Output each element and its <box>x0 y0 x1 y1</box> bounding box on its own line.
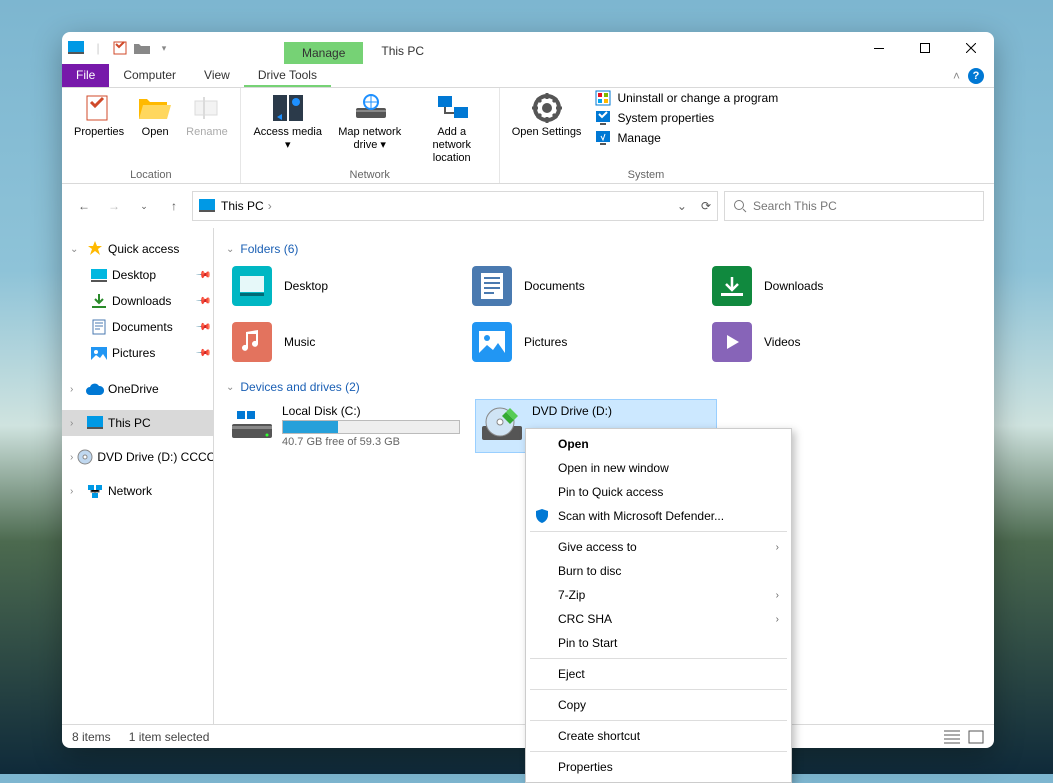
tree-documents[interactable]: Documents📌 <box>62 314 213 340</box>
help-icon[interactable]: ? <box>968 68 984 84</box>
status-selection: 1 item selected <box>129 730 210 744</box>
ctx-pin-start[interactable]: Pin to Start <box>528 631 789 655</box>
recent-locations-button[interactable]: ⌄ <box>132 194 156 218</box>
drive-free-text: 40.7 GB free of 59.3 GB <box>282 436 460 448</box>
contextual-tab-manage[interactable]: Manage <box>284 42 363 64</box>
pin-icon: 📌 <box>194 345 211 362</box>
folder-music[interactable]: Music <box>226 318 456 366</box>
this-pc-icon <box>199 199 215 213</box>
tree-downloads[interactable]: Downloads📌 <box>62 288 213 314</box>
ribbon-tabstrip: File Computer View Drive Tools ˄ ? <box>62 64 994 88</box>
view-large-icons-icon[interactable] <box>968 730 984 744</box>
folder-videos[interactable]: Videos <box>706 318 936 366</box>
ctx-eject[interactable]: Eject <box>528 662 789 686</box>
chevron-right-icon: › <box>776 590 779 601</box>
ctx-open[interactable]: Open <box>528 432 789 456</box>
properties-button[interactable]: Properties <box>68 90 130 141</box>
ctx-burn-disc[interactable]: Burn to disc <box>528 559 789 583</box>
tab-file[interactable]: File <box>62 64 109 87</box>
ctx-copy[interactable]: Copy <box>528 693 789 717</box>
quick-access-toolbar: | ▾ <box>62 32 178 64</box>
forward-button: → <box>102 194 126 218</box>
chevron-right-icon: › <box>776 614 779 625</box>
app-icon <box>66 38 86 58</box>
minimize-button[interactable] <box>856 32 902 64</box>
ctx-7zip[interactable]: 7-Zip› <box>528 583 789 607</box>
breadcrumb[interactable]: This PC <box>221 199 264 213</box>
status-item-count: 8 items <box>72 730 111 744</box>
drive-name: DVD Drive (D:) <box>532 404 710 418</box>
navigation-bar: ← → ⌄ ↑ This PC› ⌄ ⟳ Search This PC <box>62 184 994 228</box>
pin-icon: 📌 <box>194 293 211 310</box>
folder-downloads[interactable]: Downloads <box>706 262 936 310</box>
dvd-icon <box>482 404 522 444</box>
rename-button: Rename <box>180 90 234 141</box>
context-menu: Open Open in new window Pin to Quick acc… <box>525 428 792 783</box>
drive-name: Local Disk (C:) <box>282 404 460 418</box>
pin-icon: 📌 <box>194 267 211 284</box>
view-details-icon[interactable] <box>944 730 960 744</box>
qat-properties-icon[interactable] <box>110 38 130 58</box>
address-dropdown-icon[interactable]: ⌄ <box>677 199 687 213</box>
ctx-pin-quick-access[interactable]: Pin to Quick access <box>528 480 789 504</box>
access-media-button[interactable]: Access media ▾ <box>247 90 329 154</box>
up-button[interactable]: ↑ <box>162 194 186 218</box>
shield-icon <box>534 508 550 524</box>
ribbon-group-system: Open Settings Uninstall or change a prog… <box>500 88 792 183</box>
tab-computer[interactable]: Computer <box>109 64 190 87</box>
tree-desktop[interactable]: Desktop📌 <box>62 262 213 288</box>
tree-this-pc[interactable]: ›This PC <box>62 410 213 436</box>
titlebar: | ▾ Manage This PC <box>62 32 994 64</box>
ctx-crc-sha[interactable]: CRC SHA› <box>528 607 789 631</box>
address-bar[interactable]: This PC› ⌄ ⟳ <box>192 191 718 221</box>
close-button[interactable] <box>948 32 994 64</box>
pin-icon: 📌 <box>194 319 211 336</box>
open-button[interactable]: Open <box>130 90 180 141</box>
group-header-folders[interactable]: ⌄Folders (6) <box>226 242 982 256</box>
qat-folder-icon[interactable] <box>132 38 152 58</box>
tree-quick-access[interactable]: ⌄Quick access <box>62 236 213 262</box>
search-icon <box>733 199 747 213</box>
back-button[interactable]: ← <box>72 194 96 218</box>
tab-drive-tools[interactable]: Drive Tools <box>244 64 331 87</box>
drive-usage-bar <box>282 420 460 434</box>
add-network-location-button[interactable]: Add a network location <box>411 90 493 167</box>
ribbon-group-location: Properties Open Rename Location <box>62 88 241 183</box>
group-header-drives[interactable]: ⌄Devices and drives (2) <box>226 380 982 394</box>
open-settings-button[interactable]: Open Settings <box>506 90 588 141</box>
folder-desktop[interactable]: Desktop <box>226 262 456 310</box>
ctx-open-new-window[interactable]: Open in new window <box>528 456 789 480</box>
refresh-icon[interactable]: ⟳ <box>701 199 711 213</box>
folder-documents[interactable]: Documents <box>466 262 696 310</box>
manage-button[interactable]: Manage <box>595 130 778 146</box>
folder-pictures[interactable]: Pictures <box>466 318 696 366</box>
uninstall-program-button[interactable]: Uninstall or change a program <box>595 90 778 106</box>
tree-dvd-drive[interactable]: ›DVD Drive (D:) CCCC <box>62 444 213 470</box>
maximize-button[interactable] <box>902 32 948 64</box>
chevron-right-icon: › <box>776 542 779 553</box>
search-input[interactable]: Search This PC <box>724 191 984 221</box>
tab-view[interactable]: View <box>190 64 244 87</box>
ribbon: Properties Open Rename Location Access m… <box>62 88 994 184</box>
drive-local-c[interactable]: Local Disk (C:) 40.7 GB free of 59.3 GB <box>226 400 466 452</box>
navigation-tree: ⌄Quick access Desktop📌 Downloads📌 Docume… <box>62 228 214 724</box>
ctx-scan-defender[interactable]: Scan with Microsoft Defender... <box>528 504 789 528</box>
ctx-create-shortcut[interactable]: Create shortcut <box>528 724 789 748</box>
collapse-ribbon-icon[interactable]: ˄ <box>953 69 960 83</box>
system-properties-button[interactable]: System properties <box>595 110 778 126</box>
qat-dropdown-icon[interactable]: ▾ <box>154 38 174 58</box>
qat-sep: | <box>88 38 108 58</box>
tree-pictures[interactable]: Pictures📌 <box>62 340 213 366</box>
ctx-properties[interactable]: Properties <box>528 755 789 779</box>
tree-onedrive[interactable]: ›OneDrive <box>62 376 213 402</box>
disk-icon <box>232 404 272 444</box>
ribbon-group-network: Access media ▾ Map network drive ▾ Add a… <box>241 88 500 183</box>
tree-network[interactable]: ›Network <box>62 478 213 504</box>
map-drive-button[interactable]: Map network drive ▾ <box>329 90 411 154</box>
window-title: This PC <box>363 38 442 64</box>
ctx-give-access[interactable]: Give access to› <box>528 535 789 559</box>
